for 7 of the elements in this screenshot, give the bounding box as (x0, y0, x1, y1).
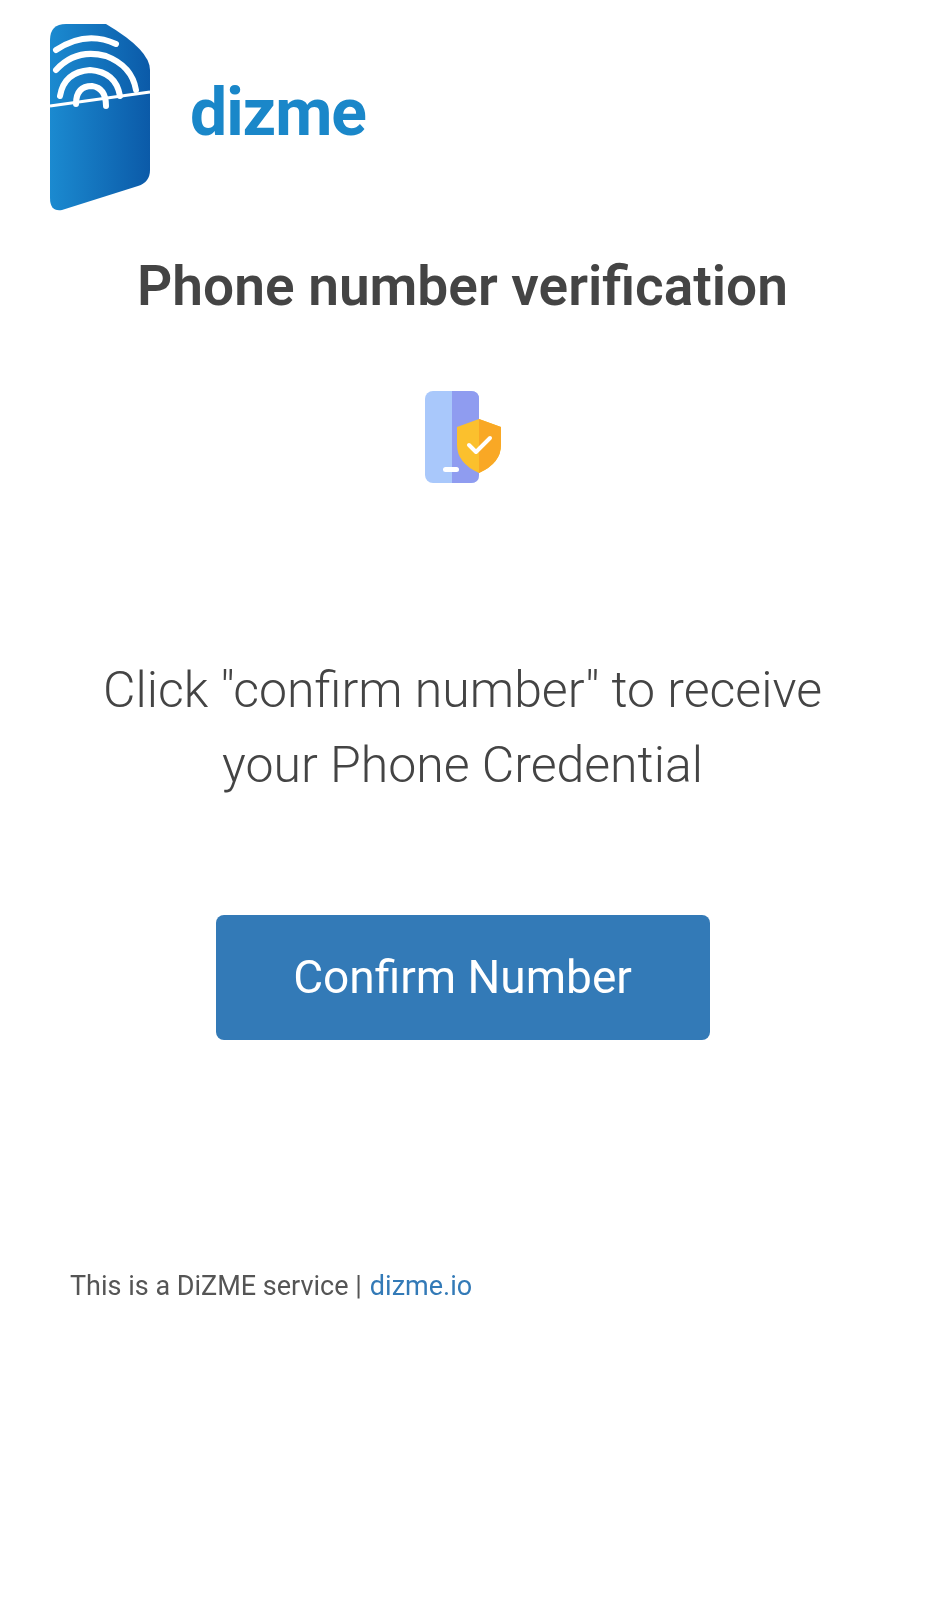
phone-shield-icon (422, 388, 503, 485)
confirm-number-button[interactable]: Confirm Number (215, 914, 710, 1040)
instruction-text: Click "confirm number" to receive your Phone Credential (101, 659, 824, 796)
logo-wordmark: dizme (190, 80, 367, 146)
footer-text: This is a DiZME service | (70, 1268, 362, 1304)
dizme-link[interactable]: dizme.io (369, 1265, 473, 1307)
page-title: Phone number verification (136, 253, 789, 320)
